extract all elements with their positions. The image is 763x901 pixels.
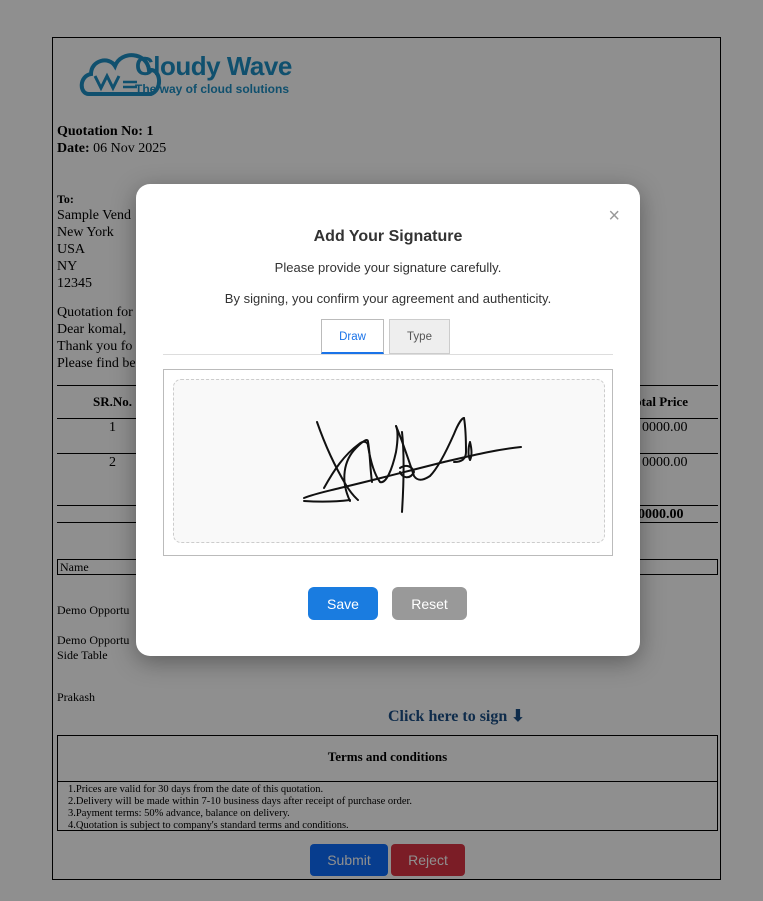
tab-type[interactable]: Type bbox=[389, 319, 450, 354]
save-button[interactable]: Save bbox=[308, 587, 378, 620]
signature-canvas[interactable] bbox=[173, 379, 605, 543]
signature-area bbox=[163, 369, 613, 556]
signature-drawing bbox=[303, 417, 522, 513]
close-icon[interactable]: × bbox=[608, 206, 620, 226]
signature-modal: × Add Your Signature Please provide your… bbox=[136, 184, 640, 656]
modal-title: Add Your Signature bbox=[313, 228, 463, 245]
signature-tabs: Draw Type bbox=[163, 319, 613, 355]
tab-draw[interactable]: Draw bbox=[321, 319, 384, 354]
reset-button[interactable]: Reset bbox=[392, 587, 467, 620]
modal-subtitle: Please provide your signature carefully. bbox=[274, 260, 502, 275]
modal-note: By signing, you confirm your agreement a… bbox=[224, 291, 552, 306]
